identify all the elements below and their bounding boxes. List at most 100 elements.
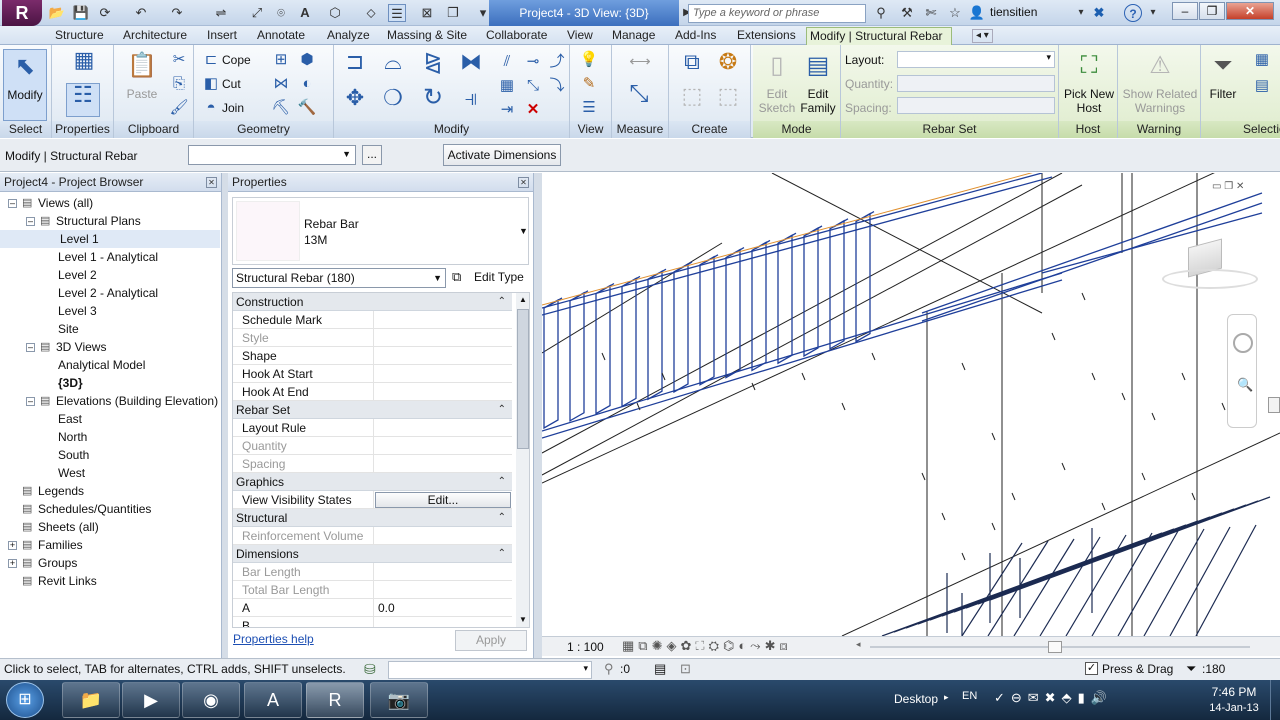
clock-time[interactable]: 7:46 PM xyxy=(1204,685,1264,699)
more-options-button[interactable]: ... xyxy=(362,145,382,165)
tab-collaborate[interactable]: Collaborate xyxy=(483,27,550,45)
tree-item[interactable]: Level 2 - Analytical xyxy=(0,284,220,302)
collapse-chevron-icon[interactable]: ⌃ xyxy=(498,509,506,527)
tree-item[interactable]: Level 2 xyxy=(0,266,220,284)
tree-item[interactable]: – ▤ 3D Views xyxy=(0,338,220,356)
tree-item[interactable]: ▤ Sheets (all) xyxy=(0,518,220,536)
filter-funnel-icon[interactable]: ⏷ xyxy=(1186,661,1196,677)
tab-structure[interactable]: Structure xyxy=(52,27,107,45)
type-selector[interactable]: Rebar Bar 13M ▼ xyxy=(232,197,529,265)
join-label[interactable]: Join xyxy=(222,101,244,115)
trim-multiple-icon[interactable]: ⤴ xyxy=(546,51,568,73)
tree-item[interactable]: ▤ Schedules/Quantities xyxy=(0,500,220,518)
exchange-apps-icon[interactable]: ✖ xyxy=(1090,4,1108,22)
property-row[interactable]: Shape xyxy=(233,347,512,365)
pick-new-host-button[interactable]: ⛶ Pick New Host xyxy=(1061,49,1117,115)
user-icon[interactable]: 👤 xyxy=(968,4,986,22)
design-options-icon[interactable]: ⚲ xyxy=(604,661,614,677)
start-button[interactable]: ⊞ xyxy=(6,682,44,718)
type-properties-icon[interactable]: ▦ xyxy=(70,49,98,79)
viewport-scroll-thumb[interactable] xyxy=(1268,397,1280,413)
tab-modify-structural-rebar[interactable]: Modify | Structural Rebar xyxy=(806,27,952,45)
close-button[interactable]: ✕ xyxy=(1226,2,1274,20)
viewcube-compass-ring[interactable] xyxy=(1162,269,1258,289)
language-indicator[interactable]: EN xyxy=(962,690,977,702)
measure-icon[interactable]: ⇌ xyxy=(212,4,230,22)
scroll-left-icon[interactable]: ◂ xyxy=(856,639,861,650)
align-icon[interactable]: ⊐ xyxy=(340,51,370,81)
match-type-icon[interactable]: 🖌 xyxy=(168,97,190,119)
dimension-icon[interactable]: ⤡ xyxy=(622,82,656,113)
paste-button[interactable]: 📋 Paste xyxy=(122,49,162,101)
subscription-icon[interactable]: ⚒ xyxy=(898,4,916,22)
undo-icon[interactable]: ↶ xyxy=(132,4,150,22)
tree-item[interactable]: – ▤ Views (all) xyxy=(0,194,220,212)
collapse-chevron-icon[interactable]: ⌃ xyxy=(498,545,506,563)
workset-dropdown[interactable]: ▾ xyxy=(388,661,592,679)
quantity-input[interactable] xyxy=(897,75,1055,92)
horizontal-scroll-thumb[interactable] xyxy=(1048,641,1062,653)
trim-single-icon[interactable]: ⤵ xyxy=(546,75,568,97)
minimize-button[interactable]: – xyxy=(1172,2,1198,20)
instance-filter-dropdown[interactable]: Structural Rebar (180) ▼ xyxy=(232,268,446,288)
spacing-input[interactable] xyxy=(897,97,1055,114)
measure-panel-label[interactable]: Measure xyxy=(612,121,668,138)
save-icon[interactable]: 💾 xyxy=(72,4,90,22)
selection-panel-label[interactable]: Selection xyxy=(1201,121,1280,138)
scroll-thumb[interactable] xyxy=(517,309,529,449)
property-group-header[interactable]: Dimensions ⌃ xyxy=(233,545,512,563)
clock-date[interactable]: 14-Jan-13 xyxy=(1200,702,1268,714)
application-menu-button[interactable]: R xyxy=(2,0,42,26)
tree-item[interactable]: Level 1 xyxy=(0,230,220,248)
edit-sketch-button[interactable]: ▯ Edit Sketch xyxy=(757,49,797,115)
tree-item[interactable]: – ▤ Elevations (Building Elevation) xyxy=(0,392,220,410)
tab-annotate[interactable]: Annotate xyxy=(254,27,308,45)
binoculars-icon[interactable]: ⚲ xyxy=(872,4,890,22)
cope-label[interactable]: Cope xyxy=(222,53,251,67)
autocad-taskbar-icon[interactable]: A xyxy=(244,682,302,718)
select-by-id-icon[interactable]: ▦ xyxy=(1251,49,1273,71)
collapse-chevron-icon[interactable]: ⌃ xyxy=(498,401,506,419)
property-group-header[interactable]: Construction ⌃ xyxy=(233,293,512,311)
user-name[interactable]: tiensitien xyxy=(990,5,1037,19)
property-row[interactable]: View Visibility States Edit... xyxy=(233,491,512,509)
user-dropdown-icon[interactable]: ▾ xyxy=(1072,4,1090,22)
edit-family-button[interactable]: ▤ Edit Family xyxy=(797,49,839,115)
tab-massing-site[interactable]: Massing & Site xyxy=(384,27,470,45)
tree-item[interactable]: {3D} xyxy=(0,374,220,392)
modify-button[interactable]: ⬉ Modify xyxy=(3,49,47,121)
tab-analyze[interactable]: Analyze xyxy=(324,27,373,45)
array-icon[interactable]: ▦ xyxy=(496,75,518,97)
tree-expander-icon[interactable]: + xyxy=(8,541,17,550)
tab-manage[interactable]: Manage xyxy=(609,27,658,45)
tab-insert[interactable]: Insert xyxy=(204,27,240,45)
delete-icon[interactable]: ✕ xyxy=(522,99,544,121)
tree-item[interactable]: Analytical Model xyxy=(0,356,220,374)
tree-item[interactable]: + ▤ Families xyxy=(0,536,220,554)
close-hidden-windows-icon[interactable]: ⊠ xyxy=(418,4,436,22)
move-icon[interactable]: ✥ xyxy=(340,87,370,117)
scale-icon[interactable]: ⤡ xyxy=(522,75,544,97)
open-icon[interactable]: 📂 xyxy=(48,4,66,22)
properties-scrollbar[interactable]: ▲ ▼ xyxy=(516,293,529,627)
viewport-restore-icon[interactable]: ▭ ❐ ✕ xyxy=(1212,181,1244,192)
restore-button[interactable]: ❐ xyxy=(1199,2,1225,20)
tree-item[interactable]: ▤ Revit Links xyxy=(0,572,220,590)
communication-center-icon[interactable]: ✄ xyxy=(922,4,940,22)
property-row[interactable]: B xyxy=(233,617,512,627)
view-scale[interactable]: 1 : 100 xyxy=(567,640,604,654)
edit-type-button[interactable]: ⧉ Edit Type xyxy=(452,268,530,288)
host-panel-label[interactable]: Host xyxy=(1059,121,1117,138)
split-element-icon[interactable]: ⫽ xyxy=(496,51,518,73)
mirror-pick-axis-icon[interactable]: ⧎ xyxy=(418,51,448,81)
type-selector-dropdown[interactable]: ▼ xyxy=(188,145,356,165)
tree-expander-icon[interactable]: + xyxy=(8,559,17,568)
tree-expander-icon[interactable]: – xyxy=(26,343,35,352)
aligned-dimension-icon[interactable]: ⤢ xyxy=(248,4,266,22)
favorites-star-icon[interactable]: ☆ xyxy=(946,4,964,22)
warning-panel-label[interactable]: Warning xyxy=(1118,121,1200,138)
join-icon[interactable]: ◓ xyxy=(200,97,222,119)
explorer-taskbar-icon[interactable]: 📁 xyxy=(62,682,120,718)
properties-palette-icon[interactable]: ☷ xyxy=(66,83,100,117)
zoom-icon[interactable]: 🔍 xyxy=(1237,377,1253,393)
